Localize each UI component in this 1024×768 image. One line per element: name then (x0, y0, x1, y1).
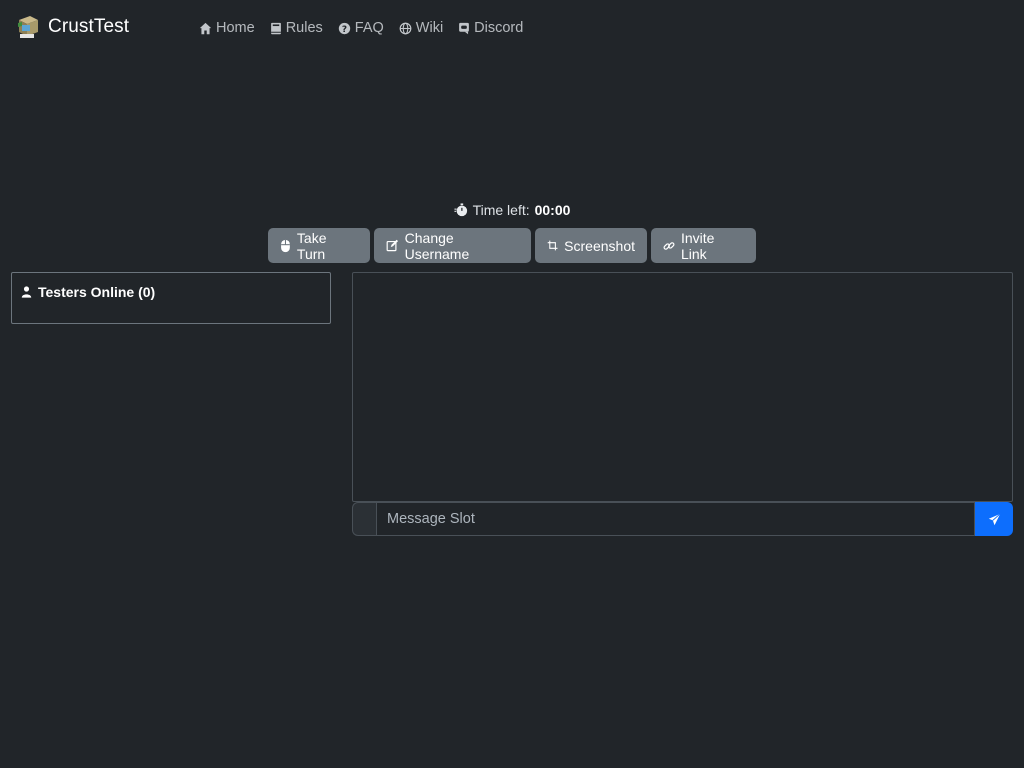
person-icon (21, 286, 32, 298)
invite-link-label: Invite Link (681, 229, 715, 262)
discord-icon (459, 22, 470, 34)
question-circle-icon: ? (338, 22, 350, 34)
timer-label: Time left: (472, 202, 530, 218)
screenshot-icon (547, 240, 558, 251)
testers-online-panel: Testers Online (0) (11, 272, 331, 324)
action-buttons: Take Turn Change Username Screenshot Inv… (268, 228, 756, 263)
nav-faq-label: FAQ (354, 20, 384, 36)
nav-home[interactable]: Home (199, 20, 255, 36)
pencil-square-icon (386, 239, 399, 252)
chat-input-prefix (352, 502, 376, 536)
send-icon (988, 512, 1001, 525)
chat-input-group (352, 502, 1013, 536)
nav-wiki[interactable]: Wiki (399, 20, 443, 36)
screenshot-button[interactable]: Screenshot (535, 228, 647, 263)
take-turn-button[interactable]: Take Turn (268, 228, 370, 263)
nav-menu: Home Rules ? FAQ Wiki Discord (199, 20, 523, 36)
change-username-button[interactable]: Change Username (374, 228, 531, 263)
nav-discord[interactable]: Discord (458, 20, 523, 36)
book-icon (270, 22, 281, 34)
screenshot-label: Screenshot (564, 237, 635, 254)
link-icon (663, 241, 675, 250)
testers-online-label: Testers Online (0) (38, 284, 156, 300)
nav-rules-label: Rules (285, 20, 323, 36)
brand-logo-icon (18, 16, 38, 38)
nav-home-label: Home (216, 20, 255, 36)
globe-icon (399, 22, 412, 34)
nav-faq[interactable]: ? FAQ (338, 20, 384, 36)
testers-online-header: Testers Online (0) (21, 284, 155, 300)
nav-wiki-label: Wiki (415, 20, 444, 36)
house-icon (199, 22, 212, 34)
invite-link-button[interactable]: Invite Link (651, 228, 756, 263)
nav-discord-label: Discord (474, 20, 524, 36)
chat-message-input[interactable] (376, 502, 975, 536)
navbar: CrustTest Home Rules ? FAQ Wiki Discord (0, 0, 1024, 56)
svg-text:?: ? (342, 24, 347, 34)
chat-messages[interactable] (352, 272, 1013, 502)
mouse-icon (281, 239, 290, 252)
nav-rules[interactable]: Rules (270, 20, 323, 36)
brand-name: CrustTest (48, 16, 130, 37)
stopwatch-icon (454, 203, 467, 217)
send-button[interactable] (975, 502, 1013, 536)
change-username-label: Change Username (404, 229, 470, 262)
take-turn-label: Take Turn (296, 229, 327, 262)
turn-timer: Time left: 00:00 (0, 202, 1024, 220)
brand[interactable]: CrustTest (16, 14, 129, 40)
timer-value: 00:00 (534, 202, 571, 218)
